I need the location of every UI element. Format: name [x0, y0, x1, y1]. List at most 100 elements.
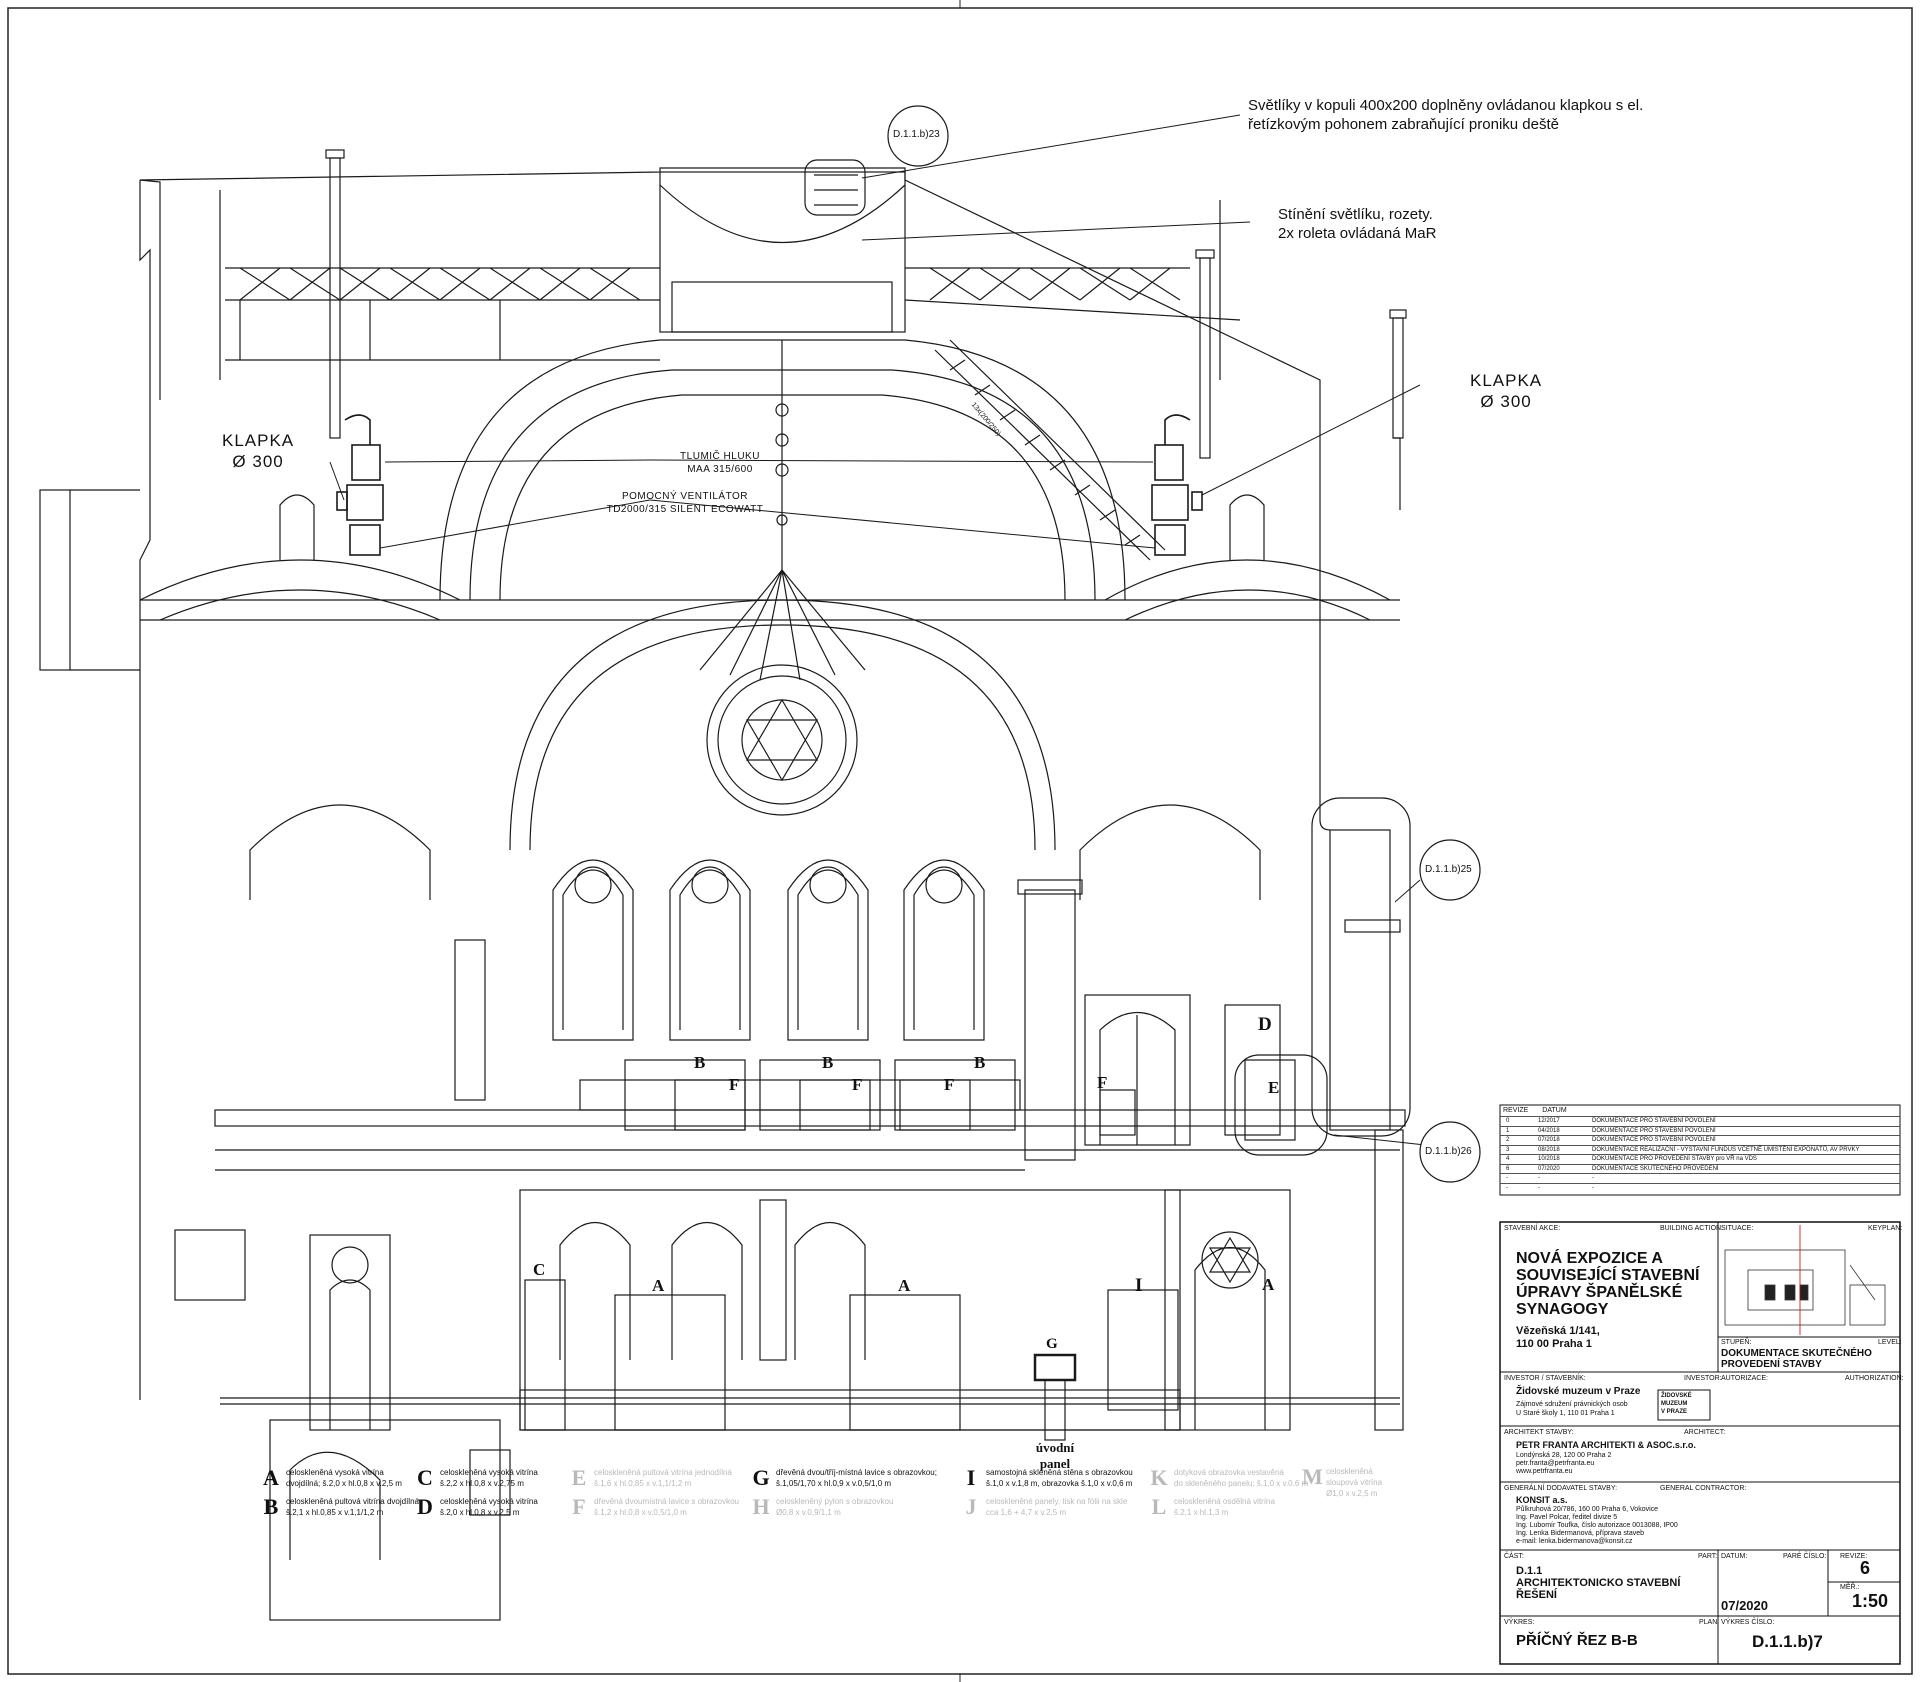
label-authorization: AUTHORIZATION: [1845, 1375, 1904, 1382]
part-line-2: ARCHITEKTONICKO STAVEBNÍ [1516, 1577, 1681, 1589]
legend-description: celoskleněná vysoká vitrína š.2,2 x hl.0,… [440, 1467, 538, 1489]
label-level: LEVEL: [1878, 1339, 1902, 1346]
legend-item: Bceloskleněná pultová vitrína dvojdílná š… [262, 1496, 419, 1518]
duct-right [1151, 414, 1203, 556]
part-line-3: ŘEŠENÍ [1516, 1589, 1557, 1601]
label-stupen: STUPEŇ: [1721, 1339, 1752, 1346]
stage-text: DOKUMENTACE SKUTEČNÉHO PROVEDENÍ STAVBY [1721, 1348, 1872, 1370]
project-address: Vězeňská 1/141, 110 00 Praha 1 [1516, 1325, 1600, 1351]
legend-item: Aceloskleněná vysoká vitrína dvojdílná; š… [262, 1467, 402, 1489]
label-building-action: BUILDING ACTION: [1660, 1225, 1724, 1232]
revision-cell-description: - [1592, 1184, 1594, 1191]
project-title: NOVÁ EXPOZICE A SOUVISEJÍCÍ STAVEBNÍ ÚPR… [1516, 1250, 1699, 1318]
legend-description-line: š.2,1 x hl.1,3 m [1174, 1508, 1229, 1517]
leader-lines [329, 114, 1426, 1146]
investor-lines: Zájmové sdružení právnických osob U Star… [1516, 1400, 1628, 1418]
project-title-line-2: SOUVISEJÍCÍ STAVEBNÍ [1516, 1267, 1700, 1284]
contractor-line-4: Ing. Lenka Bidermanová, příprava staveb [1516, 1530, 1645, 1537]
detail-ref-26[interactable]: D.1.1.b)26 [1425, 1146, 1472, 1158]
marker-gallery: B [974, 1053, 986, 1072]
stage-line-2: PROVEDENÍ STAVBY [1721, 1359, 1822, 1370]
legend-letter: A [263, 1465, 279, 1490]
marker-gallery: F [944, 1075, 955, 1094]
revision-row: --- [1500, 1173, 1900, 1183]
legend-description: samostojná skleněná stěna s obrazovkou š.… [986, 1467, 1133, 1489]
marker-gallery: F [1097, 1073, 1108, 1092]
legend-item: Lceloskleněná osdělná vitrína š.2,1 x hl.… [1150, 1496, 1275, 1518]
legend-description-line: š.2,0 x hl.0,8 x v.2,5 m [440, 1508, 520, 1517]
investor-name: Židovské muzeum v Praze [1516, 1386, 1641, 1397]
legend-letter: I [966, 1465, 976, 1490]
architect-lines: Londýnská 28, 120 00 Praha 2 petr.franta… [1516, 1452, 1611, 1476]
label-investor-en: INVESTOR: [1684, 1375, 1722, 1382]
legend-description-line: š.1,05/1,70 x hl.0,9 x v.0,5/1,0 m [776, 1479, 892, 1488]
museum-logo-line-2: MUZEUM [1661, 1401, 1688, 1407]
label-contractor-en: GENERAL CONTRACTOR: [1660, 1485, 1747, 1492]
architect-line-1: Londýnská 28, 120 00 Praha 2 [1516, 1452, 1612, 1459]
callout-shading-line-1: Stínění světlíku, rozety. [1278, 206, 1433, 223]
label-part: PART: [1698, 1553, 1718, 1560]
stage-line-1: DOKUMENTACE SKUTEČNÉHO [1721, 1348, 1872, 1359]
legend-description: celoskleněná osdělná vitrína š.2,1 x hl.1… [1174, 1496, 1275, 1518]
project-title-line-3: ÚPRAVY ŠPANĚLSKÉ [1516, 1284, 1683, 1301]
legend-description-line: dřevěná dvou/tříj-místná lavice s obrazo… [776, 1468, 937, 1477]
callout-klapka-left: KLAPKA Ø 300 [222, 430, 294, 472]
legend-description-line: š.2,1 x hl.0,85 x v.1,1/1,2 m [286, 1508, 384, 1517]
marker-ground: C [533, 1260, 546, 1279]
label-datum: DATUM: [1721, 1553, 1748, 1560]
revision-cell-date: - [1538, 1184, 1540, 1191]
legend-description-line: Ø0,8 x v.0,9/1,1 m [776, 1508, 841, 1517]
klapka-right-line-2: Ø 300 [1480, 392, 1532, 411]
investor-line-2: U Staré školy 1, 110 01 Praha 1 [1516, 1410, 1615, 1417]
label-vykres: VÝKRES: [1504, 1619, 1535, 1626]
legend-description: dotyková obrazovka vestavěná do skleněnéh… [1174, 1467, 1308, 1489]
legend-item: Hceloskleněný pylon s obrazovkou Ø0,8 x v… [752, 1496, 893, 1518]
ground-window-1 [559, 1221, 631, 1360]
investor-line-1: Zájmové sdružení právnických osob [1516, 1401, 1628, 1408]
skylight-lantern [659, 171, 906, 333]
scale-value: 1:50 [1852, 1591, 1889, 1611]
callout-tlumic: TLUMIČ HLUKU MAA 315/600 [640, 450, 800, 476]
museum-logo: ŽIDOVSKÉ MUZEUM V PRAZE [1661, 1392, 1692, 1416]
project-title-line-4: SYNAGOGY [1516, 1301, 1609, 1318]
drawing-title: PŘÍČNÝ ŘEZ B-B [1516, 1632, 1638, 1649]
project-address-line-1: Vězeňská 1/141, [1516, 1325, 1600, 1337]
legend-description-line: celoskleněná pultová vitrína dvojdílná [286, 1497, 419, 1506]
label-architekt: ARCHITEKT STAVBY: [1504, 1429, 1574, 1436]
legend-letter: D [417, 1494, 433, 1519]
contractor-lines: Půlkruhová 20/786, 160 00 Praha 6, Vokov… [1516, 1506, 1678, 1546]
marker-gallery: B [822, 1053, 834, 1072]
legend-letter: B [263, 1494, 279, 1519]
revision-row: 4 10/2018 DOKUMENTACE PRO PROVEDENÍ STAVBY… [1500, 1154, 1900, 1164]
date-value: 07/2020 [1721, 1598, 1768, 1613]
legend-letter: C [417, 1465, 433, 1490]
museum-logo-line-1: ŽIDOVSKÉ [1661, 1393, 1692, 1399]
gallery-floor [214, 1109, 1406, 1127]
contractor-line-5: e-mail: lenka.bidermanova@konsit.cz [1516, 1538, 1633, 1545]
detail-ref-25[interactable]: D.1.1.b)25 [1425, 864, 1472, 876]
tlumic-line-2: MAA 315/600 [687, 464, 753, 475]
detail-ref-23[interactable]: D.1.1.b)23 [893, 129, 940, 141]
ventilator-line-1: POMOCNÝ VENTILÁTOR [621, 491, 749, 502]
project-address-line-2: 110 00 Praha 1 [1516, 1338, 1592, 1350]
marker-ground: A [652, 1276, 665, 1295]
label-architect: ARCHITECT: [1684, 1429, 1726, 1436]
tlumic-line-1: TLUMIČ HLUKU [680, 451, 760, 462]
legend-description-line: celoskleněný pylon s obrazovkou [776, 1497, 894, 1506]
label-autorizace: AUTORIZACE: [1721, 1375, 1768, 1382]
klapka-left-line-1: KLAPKA [222, 431, 295, 450]
duct-left [336, 414, 384, 556]
legend-item: Isamostojná skleněná stěna s obrazovkou š… [962, 1467, 1133, 1489]
label-keyplan: KEYPLAN: [1868, 1225, 1903, 1232]
legend-description: celoskleněná pultová vitrína dvojdílná š.… [286, 1496, 419, 1518]
nave-arch [509, 599, 1056, 851]
legend-item: Cceloskleněná vysoká vitrína š.2,2 x hl.0… [416, 1467, 538, 1489]
marker-gallery: E [1268, 1078, 1280, 1097]
legend-item: Eceloskleněná pultová vitrína jednodílná… [570, 1467, 732, 1489]
label-investor: INVESTOR / STAVEBNÍK: [1504, 1375, 1586, 1382]
rose-window [706, 664, 858, 816]
callout-skylight-line-1: Světlíky v kopuli 400x200 doplněny ovlád… [1248, 97, 1644, 114]
legend-item: Mceloskleněná sloupová vitrína Ø1,0 x v.2,… [1302, 1466, 1382, 1499]
revision-row: --- [1500, 1182, 1900, 1193]
legend-description: celoskleněné panely, tisk na fólii na sk… [986, 1496, 1127, 1518]
